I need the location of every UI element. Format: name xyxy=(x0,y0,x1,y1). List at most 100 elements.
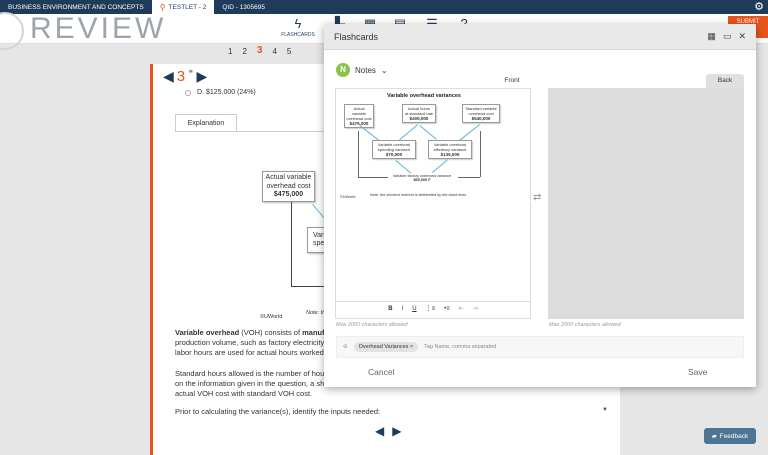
italic-icon[interactable]: I xyxy=(402,306,404,312)
paragraph-line: Prior to calculating the variance(s), id… xyxy=(175,407,381,416)
mini-box-standard: Standard variable overhead cost $540,000 xyxy=(462,104,500,123)
radio-icon[interactable] xyxy=(185,89,191,96)
notes-dropdown[interactable]: N Notes ⌄ xyxy=(336,63,388,77)
feedback-button[interactable]: ▰ Feedback xyxy=(704,428,756,444)
diagram-line xyxy=(291,286,327,287)
page-2[interactable]: 2 xyxy=(242,47,246,59)
save-button[interactable]: Save xyxy=(688,367,707,377)
mini-line-black xyxy=(480,131,481,177)
diagram-box-actual-cost: Actual variable overhead cost $475,000 xyxy=(262,171,315,202)
review-logo: REVIEW xyxy=(30,12,167,45)
prev-arrow-icon[interactable]: ◀ xyxy=(375,424,384,438)
box-value: $475,000 xyxy=(273,191,304,198)
outdent-icon[interactable]: ⇤ xyxy=(459,305,464,312)
bullet-list-icon[interactable]: •≡ xyxy=(444,306,450,312)
bold-text: Variable overhead xyxy=(175,328,240,337)
page-5[interactable]: 5 xyxy=(287,47,291,59)
mini-copyright: ©UWorld xyxy=(340,195,356,199)
mini-line: Actual variable xyxy=(351,106,366,116)
window-icon[interactable]: ▭ xyxy=(723,31,732,42)
scroll-down-icon[interactable]: ▼ xyxy=(602,407,608,413)
close-icon[interactable]: ✕ xyxy=(738,31,746,42)
mini-diagram-title: Variable overhead variances xyxy=(387,93,461,99)
mini-note: Note: the shortcut method is delineated … xyxy=(370,193,467,197)
box-line: overhead cost xyxy=(266,182,311,190)
next-arrow-icon[interactable]: ▶ xyxy=(392,424,401,438)
bold-icon[interactable]: B xyxy=(388,306,392,312)
mini-box-efficiency: Variable overhead efficiency variance $1… xyxy=(428,140,472,159)
mini-value: $540,000 xyxy=(471,116,491,121)
logo-circle-icon xyxy=(0,12,24,50)
paragraph-line: production volume, such as factory elect… xyxy=(175,338,325,347)
mini-connector xyxy=(395,160,412,174)
tab-explanation[interactable]: Explanation xyxy=(175,114,237,132)
diagram-connector xyxy=(312,204,325,219)
tag-chip-label: Overhead Variances xyxy=(358,344,409,350)
testlet-label: TESTLET - 2 xyxy=(168,3,207,11)
mini-connector xyxy=(398,124,418,141)
mini-line-black xyxy=(458,177,480,178)
flashcards-label: FLASHCARDS xyxy=(281,32,315,38)
flashcards-icon: ϟ xyxy=(294,16,302,31)
editor-toolbar: B I U ⋮≡ •≡ ⇤ ⇥ xyxy=(336,301,530,315)
gear-icon[interactable]: ⚙ xyxy=(754,1,764,13)
chevron-down-icon: ⌄ xyxy=(380,65,388,75)
question-nav: ◀ 3 ⚑ ▶ xyxy=(163,68,207,85)
diagram-note: Note: tl xyxy=(306,310,324,316)
cancel-button[interactable]: Cancel xyxy=(368,367,394,377)
front-char-limit: Max 2000 characters allowed xyxy=(336,322,408,328)
paragraph-line: Variable overhead (VOH) consists of manu… xyxy=(175,328,335,338)
panel-controls: ▦ ▭ ✕ xyxy=(707,31,746,42)
feedback-label: Feedback xyxy=(719,432,749,440)
back-char-limit: Max 2000 characters allowed xyxy=(549,322,621,328)
diagram-line xyxy=(291,202,292,286)
flashcards-button[interactable]: ϟ FLASHCARDS xyxy=(280,16,316,42)
page-3[interactable]: 3 xyxy=(257,45,263,59)
copyright: ©UWorld xyxy=(260,314,283,320)
page-4[interactable]: 4 xyxy=(272,47,276,59)
question-pager: 1 2 3 4 5 xyxy=(228,45,291,59)
tag-input[interactable]: ⊘ Overhead Variances × Tag Name, comma s… xyxy=(336,336,744,358)
mini-value: $405,000 xyxy=(409,116,429,121)
indent-icon[interactable]: ⇥ xyxy=(473,305,478,312)
flashcards-title: Flashcards xyxy=(334,31,379,42)
chat-icon: ▰ xyxy=(711,433,717,440)
text: (VOH) consists of xyxy=(239,328,303,337)
mini-box-spending: Variable overhead spending variance $70,… xyxy=(372,140,416,159)
mini-connector xyxy=(432,159,448,173)
prev-question-icon[interactable]: ◀ xyxy=(163,68,174,85)
swap-icon[interactable]: ⇄ xyxy=(533,192,541,203)
page-1[interactable]: 1 xyxy=(228,47,232,59)
mini-box-actual-hours: Actual hours at standard rate $405,000 xyxy=(402,104,436,123)
box-line: Actual variable xyxy=(265,174,312,181)
mini-value: $70,000 xyxy=(385,152,403,157)
flashcards-panel: Flashcards ▦ ▭ ✕ N Notes ⌄ Front Back Va… xyxy=(324,24,756,387)
back-card-editor[interactable] xyxy=(548,88,744,319)
paragraph-line: labor hours are used for actual hours wo… xyxy=(175,348,324,357)
back-tab[interactable]: Back xyxy=(706,74,744,88)
tag-chip[interactable]: Overhead Variances × xyxy=(353,342,419,352)
flashcards-header: Flashcards ▦ ▭ ✕ xyxy=(324,24,756,50)
bottom-nav: ◀ ▶ xyxy=(375,424,401,438)
answer-text: D. $125,000 (24%) xyxy=(197,89,256,96)
grid-icon[interactable]: ▦ xyxy=(707,31,716,42)
mini-line-black xyxy=(358,131,359,177)
mini-value: $65,000 F xyxy=(413,178,431,182)
qid-label: QID - 1305695 xyxy=(222,3,265,11)
location-pin-icon: ⚲ xyxy=(159,2,166,12)
mini-total: Variable factory overhead variance $65,0… xyxy=(384,174,460,182)
tag-placeholder: Tag Name, comma separated xyxy=(424,344,497,350)
mini-connector xyxy=(419,125,437,140)
paragraph-line: Standard hours allowed is the number of … xyxy=(175,369,327,378)
underline-icon[interactable]: U xyxy=(412,306,416,312)
answer-option-d[interactable]: D. $125,000 (24%) xyxy=(185,89,256,96)
front-tab[interactable]: Front xyxy=(492,74,532,88)
front-card-editor[interactable]: Variable overhead variances Actual varia… xyxy=(335,88,531,319)
notes-label: Notes xyxy=(355,65,376,75)
notes-badge-icon: N xyxy=(336,63,350,77)
question-number: 3 xyxy=(176,68,186,85)
ordered-list-icon[interactable]: ⋮≡ xyxy=(426,305,436,312)
flag-icon[interactable]: ⚑ xyxy=(188,69,193,76)
paragraph-line: on the information given in the question… xyxy=(175,379,325,388)
next-question-icon[interactable]: ▶ xyxy=(197,68,208,85)
